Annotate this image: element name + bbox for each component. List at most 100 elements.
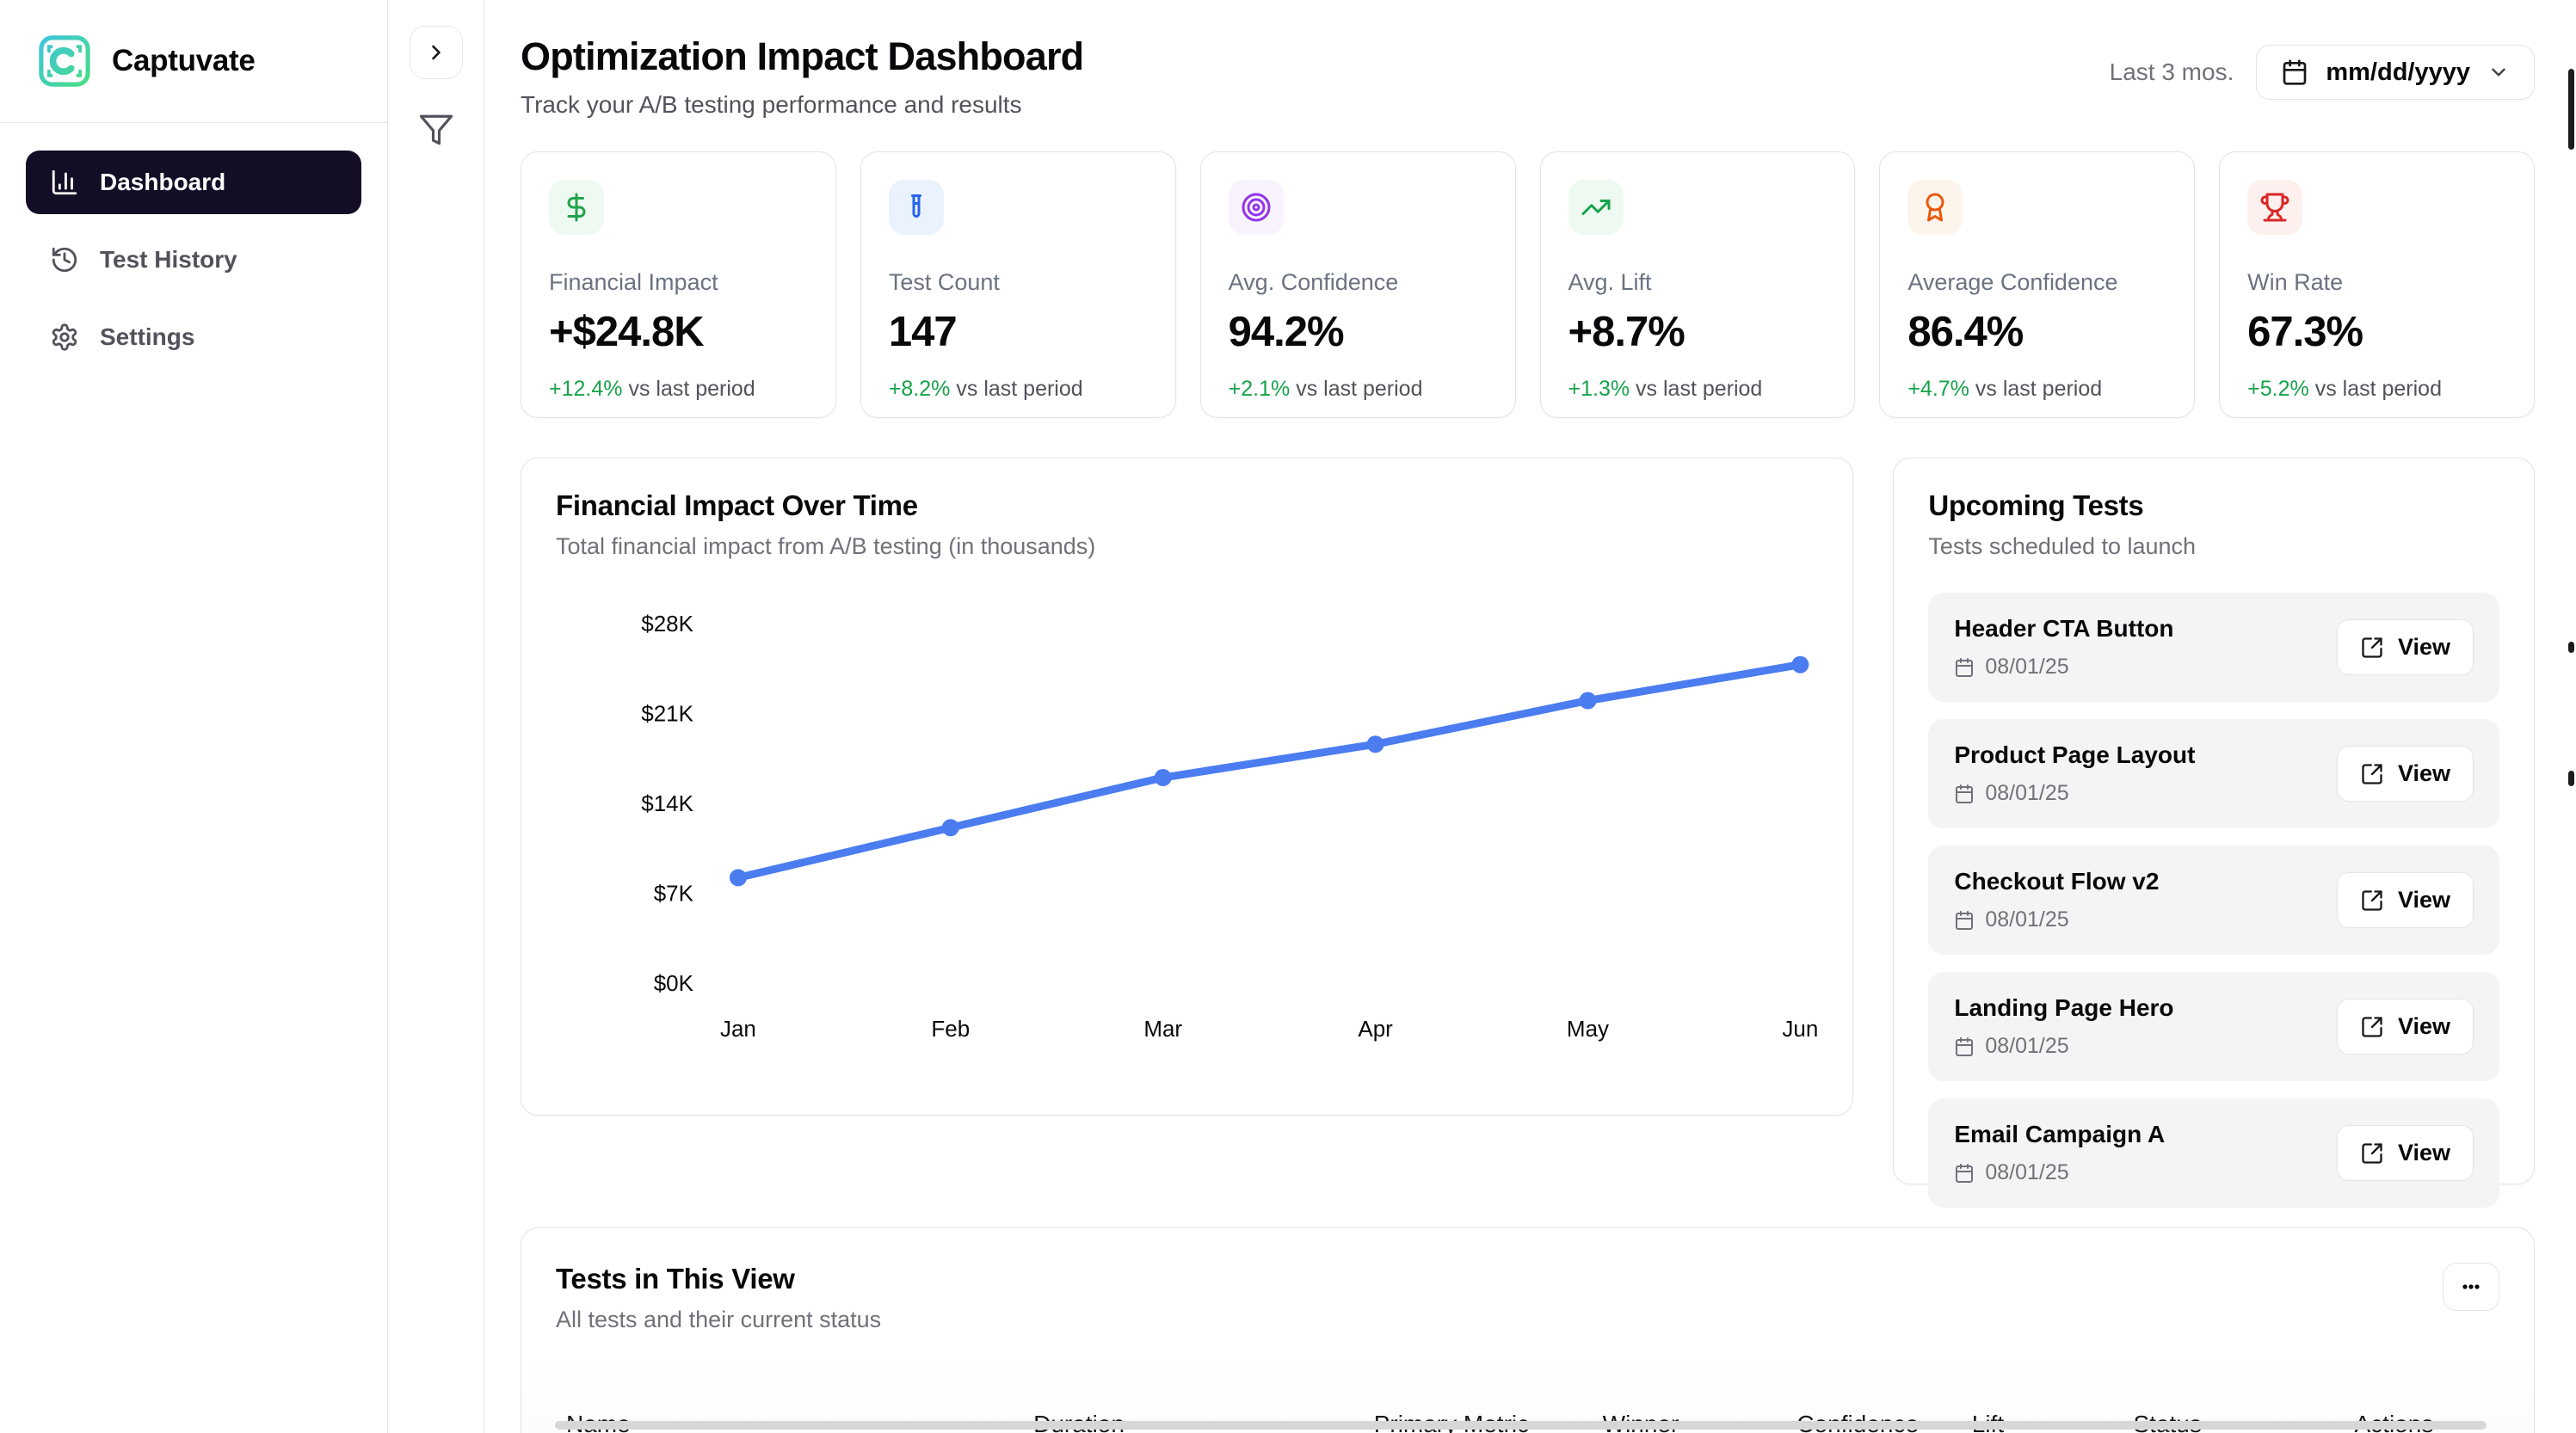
kpi-value: +$24.8K: [549, 308, 808, 356]
view-button[interactable]: View: [2337, 872, 2474, 928]
calendar-icon: [1954, 1163, 1975, 1184]
svg-text:Mar: Mar: [1143, 1016, 1182, 1042]
test-name: Checkout Flow v2: [1954, 868, 2159, 895]
brand: Captuvate: [0, 0, 387, 123]
calendar-icon: [1954, 657, 1975, 678]
table-menu-button[interactable]: [2443, 1263, 2499, 1311]
line-chart: $28K$21K$14K$7K$0KJanFebMarAprMayJun: [556, 579, 1818, 1061]
sidebar-item-label: Dashboard: [100, 169, 225, 196]
kpi-value: 86.4%: [1907, 308, 2166, 356]
kpi-card-average-confidence: Average Confidence 86.4% +4.7% vs last p…: [1879, 151, 2195, 418]
filter-button[interactable]: [418, 112, 454, 148]
svg-text:Apr: Apr: [1358, 1016, 1393, 1042]
test-date: 08/01/25: [1954, 1034, 2173, 1059]
upcoming-item-email-campaign-a: Email Campaign A 08/01/25 View: [1928, 1098, 2499, 1208]
upcoming-list: Header CTA Button 08/01/25 View Product …: [1928, 593, 2499, 1208]
collapse-rail: [388, 0, 484, 1433]
period-label: Last 3 mos.: [2110, 58, 2234, 86]
tests-table-card: Tests in This View All tests and their c…: [521, 1227, 2535, 1433]
vertical-scrollbar-mark[interactable]: [2568, 771, 2574, 786]
page-title: Optimization Impact Dashboard: [521, 34, 1083, 79]
captuvate-logo-icon: [38, 34, 91, 88]
sidebar-item-settings[interactable]: Settings: [26, 305, 361, 369]
kpi-card-test-count: Test Count 147 +8.2% vs last period: [860, 151, 1176, 418]
vertical-scrollbar[interactable]: [2568, 69, 2574, 150]
kpi-value: 147: [889, 308, 1148, 356]
sidebar-item-dashboard[interactable]: Dashboard: [26, 151, 361, 214]
external-link-icon: [2360, 1141, 2384, 1165]
upcoming-tests-card: Upcoming Tests Tests scheduled to launch…: [1893, 458, 2535, 1184]
external-link-icon: [2360, 889, 2384, 913]
calendar-icon: [1954, 910, 1975, 931]
kpi-card-avg-confidence: Avg. Confidence 94.2% +2.1% vs last peri…: [1200, 151, 1516, 418]
test-tube-icon: [889, 180, 944, 235]
upcoming-title: Upcoming Tests: [1928, 489, 2499, 522]
sidebar-expand-button[interactable]: [410, 26, 463, 79]
date-picker-value: mm/dd/yyyy: [2326, 58, 2470, 87]
calendar-icon: [1954, 1036, 1975, 1057]
trophy-icon: [2247, 180, 2302, 235]
kpi-card-avg-lift: Avg. Lift +8.7% +1.3% vs last period: [1540, 151, 1856, 418]
page-header: Optimization Impact Dashboard Track your…: [521, 34, 2535, 119]
svg-text:Jan: Jan: [720, 1016, 756, 1042]
svg-text:$7K: $7K: [654, 880, 694, 906]
kpi-delta: +2.1% vs last period: [1229, 377, 1488, 402]
svg-text:$21K: $21K: [641, 700, 693, 726]
bar-chart-icon: [50, 168, 79, 197]
kpi-value: 67.3%: [2247, 308, 2506, 356]
chevron-down-icon: [2487, 61, 2510, 83]
view-button[interactable]: View: [2337, 746, 2474, 802]
kpi-row: Financial Impact +$24.8K +12.4% vs last …: [521, 151, 2535, 418]
filter-icon: [418, 112, 454, 148]
main-content: Optimization Impact Dashboard Track your…: [484, 0, 2576, 1433]
kpi-value: +8.7%: [1568, 308, 1827, 356]
svg-text:Jun: Jun: [1782, 1016, 1818, 1042]
line-chart-svg: $28K$21K$14K$7K$0KJanFebMarAprMayJun: [556, 579, 1818, 1061]
kpi-card-win-rate: Win Rate 67.3% +5.2% vs last period: [2219, 151, 2535, 418]
horizontal-scrollbar[interactable]: [555, 1421, 2487, 1430]
test-name: Product Page Layout: [1954, 741, 2195, 769]
kpi-label: Test Count: [889, 269, 1148, 296]
test-name: Email Campaign A: [1954, 1121, 2165, 1148]
page-subtitle: Track your A/B testing performance and r…: [521, 91, 1083, 119]
svg-text:$0K: $0K: [654, 970, 694, 996]
external-link-icon: [2360, 1015, 2384, 1039]
upcoming-item-product-page-layout: Product Page Layout 08/01/25 View: [1928, 719, 2499, 828]
kpi-delta: +12.4% vs last period: [549, 377, 808, 402]
view-button[interactable]: View: [2337, 999, 2474, 1055]
test-name: Landing Page Hero: [1954, 994, 2173, 1022]
view-button[interactable]: View: [2337, 619, 2474, 675]
view-button[interactable]: View: [2337, 1125, 2474, 1181]
test-date: 08/01/25: [1954, 1160, 2165, 1185]
vertical-scrollbar-mark[interactable]: [2568, 642, 2574, 653]
target-icon: [1229, 180, 1284, 235]
upcoming-item-landing-page-hero: Landing Page Hero 08/01/25 View: [1928, 972, 2499, 1081]
table-subtitle: All tests and their current status: [556, 1307, 881, 1333]
dollar-icon: [549, 180, 604, 235]
external-link-icon: [2360, 636, 2384, 660]
chart-title: Financial Impact Over Time: [556, 489, 1818, 522]
financial-impact-chart-card: Financial Impact Over Time Total financi…: [521, 458, 1853, 1116]
trending-up-icon: [1568, 180, 1624, 235]
sidebar-item-test-history[interactable]: Test History: [26, 228, 361, 292]
test-date: 08/01/25: [1954, 781, 2195, 806]
external-link-icon: [2360, 762, 2384, 786]
upcoming-item-checkout-flow-v2: Checkout Flow v2 08/01/25 View: [1928, 846, 2499, 955]
svg-text:Feb: Feb: [931, 1016, 970, 1042]
upcoming-subtitle: Tests scheduled to launch: [1928, 533, 2499, 560]
chart-subtitle: Total financial impact from A/B testing …: [556, 533, 1818, 560]
app-name: Captuvate: [112, 44, 256, 78]
sidebar: Captuvate Dashboard Test History Setting…: [0, 0, 388, 1433]
award-icon: [1907, 180, 1963, 235]
test-date: 08/01/25: [1954, 907, 2159, 932]
upcoming-item-header-cta-button: Header CTA Button 08/01/25 View: [1928, 593, 2499, 702]
history-icon: [50, 245, 79, 274]
table-title: Tests in This View: [556, 1263, 881, 1295]
date-picker-button[interactable]: mm/dd/yyyy: [2256, 45, 2535, 100]
kpi-label: Win Rate: [2247, 269, 2506, 296]
kpi-label: Avg. Lift: [1568, 269, 1827, 296]
kpi-value: 94.2%: [1229, 308, 1488, 356]
calendar-icon: [1954, 784, 1975, 804]
svg-text:May: May: [1567, 1016, 1609, 1042]
kpi-label: Financial Impact: [549, 269, 808, 296]
